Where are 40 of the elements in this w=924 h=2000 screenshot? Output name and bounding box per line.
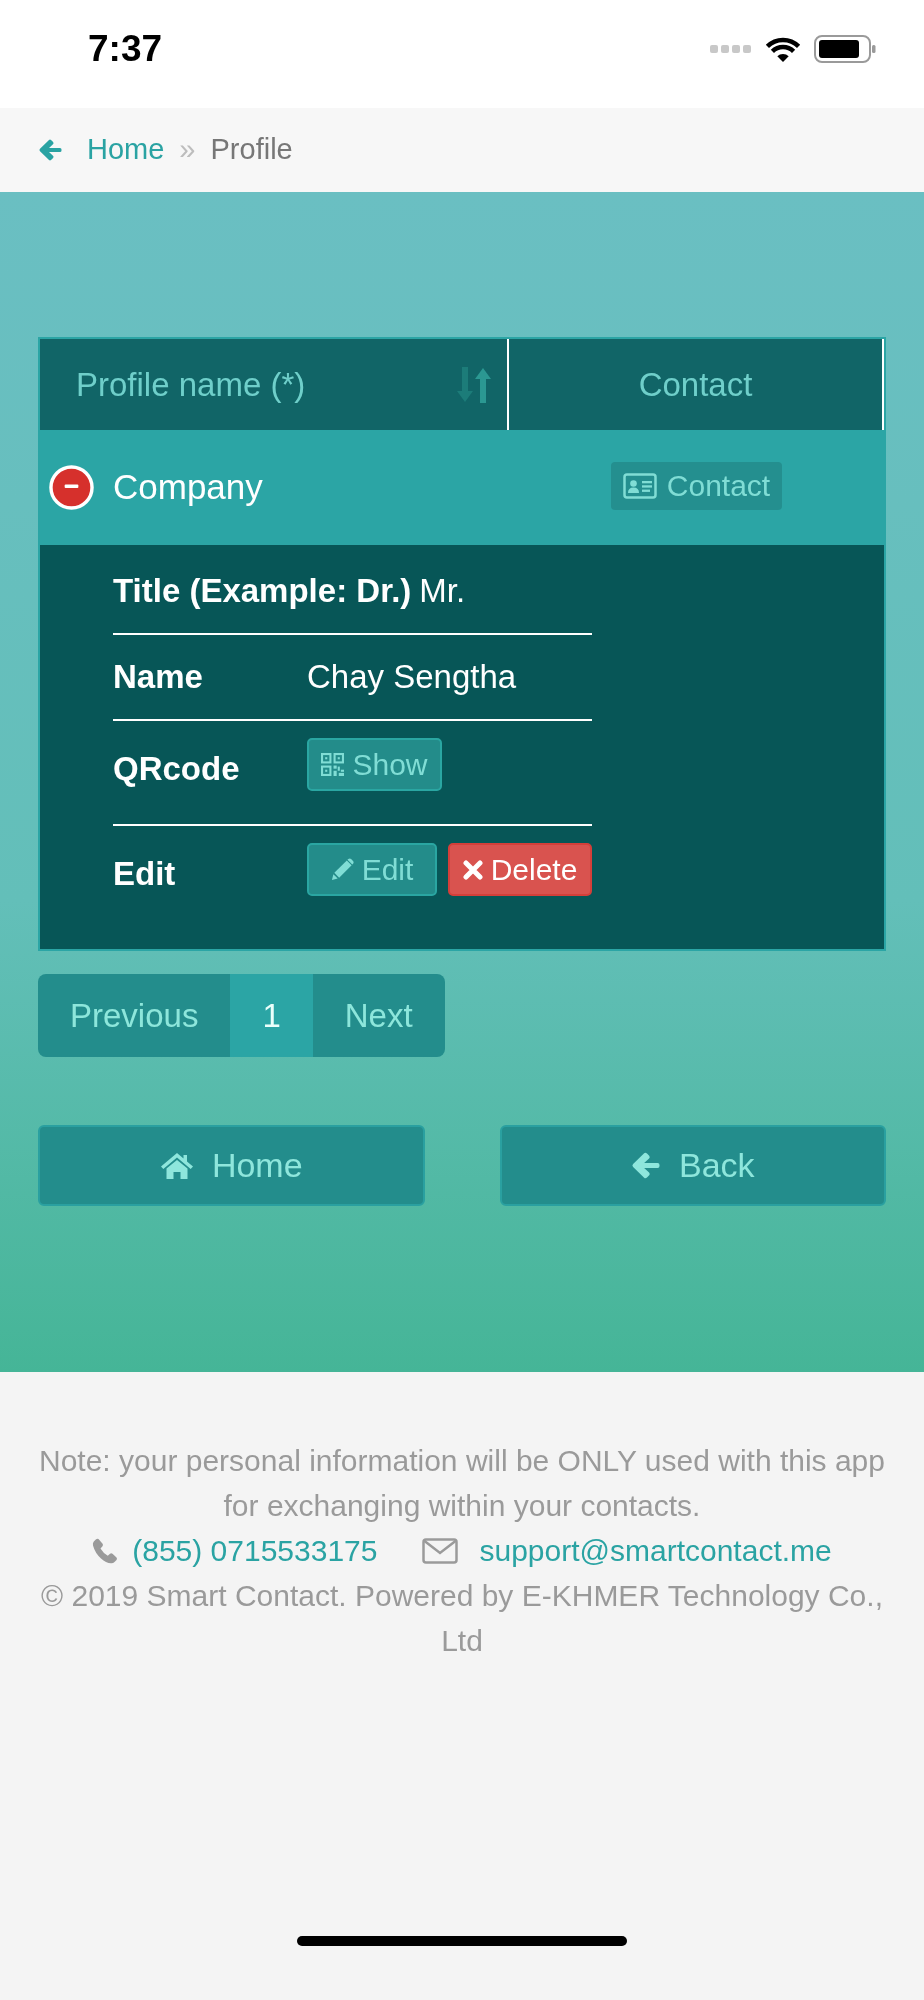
wifi-icon	[764, 35, 802, 63]
collapse-minus-icon[interactable]	[49, 465, 94, 510]
home-button[interactable]: Home	[38, 1125, 425, 1206]
field-value: Mr.	[419, 571, 466, 612]
column-header[interactable]: Profile name (*)	[76, 359, 306, 410]
delete-button[interactable]: Delete	[448, 843, 592, 896]
breadcrumb-link[interactable]: Home	[87, 128, 165, 172]
battery-icon	[814, 35, 876, 63]
page-number-button[interactable]: 1	[230, 974, 313, 1057]
signal-icon	[710, 45, 752, 53]
field-value: Chay Sengtha	[307, 657, 517, 698]
back-button[interactable]: Back	[499, 1125, 886, 1206]
field-label: Edit	[113, 854, 177, 894]
field-label: Title (Example: Dr.)	[113, 571, 412, 612]
footer-note: Note: your personal information will be ONLY used with this app for exchanging within your contacts.	[38, 1443, 886, 1524]
copyright-text: © 2019 Smart Contact. Powered by E-KHMER Technology Co., Ltd	[40, 1578, 884, 1659]
phone-icon	[92, 1537, 119, 1564]
pencil-icon	[330, 858, 354, 881]
edit-button[interactable]: Edit	[307, 843, 437, 896]
previous-page-button[interactable]: Previous	[38, 974, 231, 1057]
left-arrow-icon	[630, 1152, 661, 1179]
table-cell-text: Company	[113, 466, 263, 509]
breadcrumb-current: Profile	[210, 132, 293, 168]
phone-link[interactable]: (855) 0715533175	[132, 1528, 378, 1573]
house-icon	[159, 1151, 194, 1180]
id-card-icon	[622, 472, 657, 499]
left-arrow-icon[interactable]	[38, 139, 63, 161]
email-link[interactable]: support@smartcontact.me	[479, 1528, 832, 1573]
column-header: Contact	[638, 364, 753, 405]
field-label: Name	[113, 657, 204, 698]
show-qr-button[interactable]: Show	[307, 738, 442, 791]
qr-code-icon	[321, 753, 345, 776]
field-label: QRcode	[113, 749, 241, 789]
sort-arrows-icon[interactable]	[457, 365, 491, 404]
breadcrumb-separator: »	[179, 132, 196, 168]
next-page-button[interactable]: Next	[312, 974, 445, 1057]
envelope-icon	[422, 1537, 459, 1564]
status-time: 7:37	[88, 29, 163, 69]
contact-button[interactable]: Contact	[610, 461, 783, 510]
x-icon	[462, 859, 483, 880]
